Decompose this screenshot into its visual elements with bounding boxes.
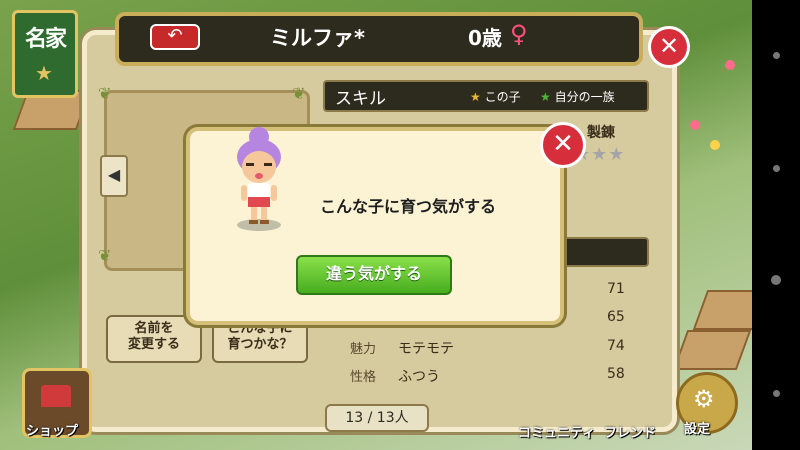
page-indicator: 13 / 13人 <box>325 404 429 432</box>
stat-value: モテモテ <box>398 341 454 357</box>
leaf-icon: ❦ <box>98 246 112 265</box>
legend-child: ★ この子 <box>470 88 521 105</box>
avatar <box>237 127 281 231</box>
back-button[interactable]: ↶ <box>150 24 200 50</box>
back-arrow-icon: ↶ <box>167 25 183 46</box>
stat-number: 74 <box>607 338 625 354</box>
nav-dot <box>773 52 780 59</box>
stat-number: 58 <box>607 366 625 382</box>
mickey-icon[interactable] <box>771 275 781 285</box>
previous-character-button[interactable]: ◀ <box>100 155 128 197</box>
flower <box>725 60 735 70</box>
clan-banner-text: 名家 <box>24 27 67 52</box>
dialog-message: こんな子に育つ気がする <box>320 197 497 216</box>
leaf-icon: ❦ <box>98 84 112 103</box>
friend-label: フレンド <box>604 426 657 441</box>
shop-label: ショップ <box>26 424 79 439</box>
star-icon: ★ <box>470 90 481 104</box>
skill-column-label: 製錬 <box>587 125 615 141</box>
close-icon: ✕ <box>658 32 680 60</box>
dialog-close-button[interactable]: ✕ <box>540 122 586 168</box>
shop-icon <box>41 385 71 407</box>
star-icon: ★ <box>35 61 53 85</box>
skill-title: スキル <box>335 89 386 109</box>
stat-number: 65 <box>607 309 625 325</box>
close-button[interactable]: ✕ <box>648 26 690 68</box>
reroll-growth-button[interactable]: 違う気がする <box>296 255 452 295</box>
leaf-icon: ❦ <box>292 84 306 103</box>
android-nav-bar <box>752 0 800 450</box>
star-icon: ★ <box>540 90 551 104</box>
gear-icon: ⚙ <box>693 385 715 413</box>
flower <box>710 140 720 150</box>
stat-number: 71 <box>607 281 625 297</box>
stat-label: 魅力 <box>350 342 377 357</box>
character-name: ミルファ* <box>270 26 365 50</box>
chevron-left-icon: ◀ <box>107 165 121 184</box>
stat-label: 性格 <box>350 370 377 385</box>
community-label: コミュニティ <box>518 426 596 441</box>
rename-button[interactable]: 名前を 変更する <box>106 315 202 363</box>
legend-clan: ★ 自分の一族 <box>540 88 615 105</box>
character-age: 0歳 <box>468 26 502 50</box>
female-icon: ♀ <box>510 20 528 48</box>
legend-child-label: この子 <box>484 90 521 104</box>
nav-dot <box>773 165 780 172</box>
legend-clan-label: 自分の一族 <box>554 90 615 104</box>
ground-tile <box>672 330 752 370</box>
settings-label: 設定 <box>684 422 711 437</box>
close-icon: ✕ <box>552 129 574 159</box>
nav-dot <box>773 390 780 397</box>
stat-value: ふつう <box>398 369 440 385</box>
flower <box>690 120 700 130</box>
clan-banner[interactable]: 名家 ★ <box>12 10 78 98</box>
